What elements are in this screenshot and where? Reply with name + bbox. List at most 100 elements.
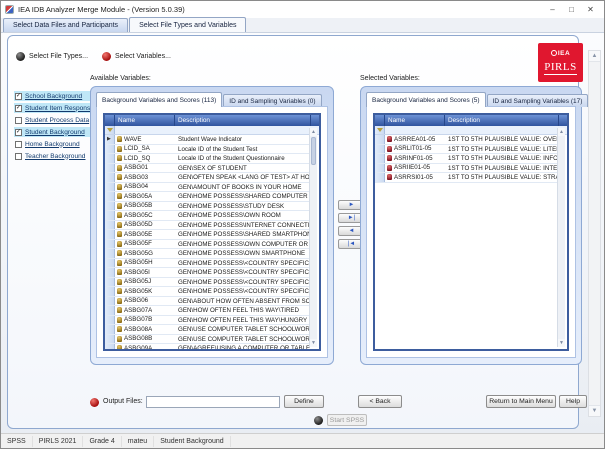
- file-type-checkbox[interactable]: [15, 117, 22, 124]
- table-row[interactable]: ASBG05K GEN\HOME POSSESS\<COUNTRY SPECIF…: [105, 287, 311, 297]
- table-row[interactable]: ASRLIT01-05 1ST TO 5TH PLAUSIBLE VALUE: …: [375, 145, 559, 155]
- scroll-thumb[interactable]: [311, 137, 316, 165]
- file-type-label[interactable]: Student Background: [25, 129, 85, 136]
- file-type-item[interactable]: ✓ School Background: [14, 91, 92, 101]
- row-selector[interactable]: [105, 344, 115, 349]
- scroll-down-icon[interactable]: ▼: [589, 405, 600, 416]
- scroll-down-icon[interactable]: ▼: [558, 339, 565, 347]
- row-selector[interactable]: [105, 183, 115, 192]
- name-filter-cell[interactable]: [385, 126, 445, 134]
- file-type-checkbox[interactable]: [15, 153, 22, 160]
- row-selector[interactable]: [105, 230, 115, 239]
- main-tab[interactable]: Select File Types and Variables: [129, 17, 246, 32]
- row-selector[interactable]: [105, 297, 115, 306]
- table-row[interactable]: ASRINF01-05 1ST TO 5TH PLAUSIBLE VALUE: …: [375, 154, 559, 164]
- row-selector[interactable]: [375, 154, 385, 163]
- minimize-button[interactable]: –: [543, 3, 562, 16]
- row-selector[interactable]: [105, 221, 115, 230]
- file-type-item[interactable]: Teacher Background: [14, 151, 92, 161]
- table-row[interactable]: ASBG05E GEN\HOME POSSESS\SHARED SMARTPHO…: [105, 230, 311, 240]
- row-selector[interactable]: [105, 211, 115, 220]
- available-grid-scrollbar[interactable]: ▲ ▼: [309, 128, 317, 347]
- table-row[interactable]: ASBG05B GEN\HOME POSSESS\STUDY DESK: [105, 202, 311, 212]
- file-type-label[interactable]: Student Item Responses: [25, 105, 97, 112]
- table-row[interactable]: ASBG06 GEN\ABOUT HOW OFTEN ABSENT FROM S…: [105, 297, 311, 307]
- name-filter-cell[interactable]: [115, 126, 175, 134]
- selected-grid-scrollbar[interactable]: ▲ ▼: [557, 128, 565, 347]
- table-row[interactable]: ASBG05H GEN\HOME POSSESS\<COUNTRY SPECIF…: [105, 259, 311, 269]
- file-type-checkbox[interactable]: ✓: [15, 129, 22, 136]
- row-selector[interactable]: [105, 306, 115, 315]
- row-selector[interactable]: [105, 259, 115, 268]
- scroll-up-icon[interactable]: ▲: [558, 128, 565, 136]
- row-selector[interactable]: [375, 164, 385, 173]
- row-selector[interactable]: [105, 202, 115, 211]
- table-row[interactable]: WAVE Student Wave Indicator: [105, 135, 311, 145]
- row-selector[interactable]: [105, 268, 115, 277]
- table-row[interactable]: ASBG05I GEN\HOME POSSESS\<COUNTRY SPECIF…: [105, 268, 311, 278]
- row-selector[interactable]: [105, 192, 115, 201]
- start-spss-button[interactable]: Start SPSS: [327, 414, 367, 426]
- name-column-header[interactable]: Name: [115, 115, 175, 126]
- row-selector[interactable]: [105, 278, 115, 287]
- row-selector[interactable]: [105, 316, 115, 325]
- row-selector[interactable]: [375, 173, 385, 182]
- variables-tab[interactable]: Background Variables and Scores (113): [96, 92, 222, 107]
- file-type-checkbox[interactable]: [15, 141, 22, 148]
- row-selector[interactable]: [105, 145, 115, 154]
- scroll-up-icon[interactable]: ▲: [589, 51, 600, 62]
- row-selector[interactable]: [375, 135, 385, 144]
- output-files-input[interactable]: [146, 396, 280, 408]
- table-row[interactable]: ASBG08B GEN\USE COMPUTER TABLET SCHOOLWO…: [105, 335, 311, 345]
- row-selector[interactable]: [105, 325, 115, 334]
- table-row[interactable]: ASBG04 GEN\AMOUNT OF BOOKS IN YOUR HOME: [105, 183, 311, 193]
- table-row[interactable]: ASBG05G GEN\HOME POSSESS\OWN SMARTPHONE: [105, 249, 311, 259]
- table-row[interactable]: ASRRSI01-05 1ST TO 5TH PLAUSIBLE VALUE: …: [375, 173, 559, 183]
- name-column-header[interactable]: Name: [385, 115, 445, 126]
- file-type-item[interactable]: Student Process Data: [14, 115, 92, 125]
- row-selector[interactable]: [105, 154, 115, 163]
- file-type-item[interactable]: ✓ Student Item Responses: [14, 103, 92, 113]
- table-row[interactable]: ASBG05C GEN\HOME POSSESS\OWN ROOM: [105, 211, 311, 221]
- close-button[interactable]: ✕: [581, 3, 600, 16]
- back-button[interactable]: < Back: [358, 395, 402, 408]
- row-selector[interactable]: [105, 164, 115, 173]
- table-row[interactable]: ASBG09A GEN\AGREE\USING A COMPUTER OR TA…: [105, 344, 311, 349]
- file-type-item[interactable]: ✓ Student Background: [14, 127, 92, 137]
- row-selector[interactable]: [105, 335, 115, 344]
- scroll-up-icon[interactable]: ▲: [310, 128, 317, 136]
- table-row[interactable]: ASRIIE01-05 1ST TO 5TH PLAUSIBLE VALUE: …: [375, 164, 559, 174]
- maximize-button[interactable]: □: [562, 3, 581, 16]
- return-to-main-menu-button[interactable]: Return to Main Menu: [486, 395, 556, 408]
- table-row[interactable]: LCID_SA Locale ID of the Student Test: [105, 145, 311, 155]
- row-selector[interactable]: [105, 287, 115, 296]
- select-variables-button[interactable]: Select Variables...: [102, 52, 171, 61]
- row-selector[interactable]: [105, 240, 115, 249]
- filter-row[interactable]: [375, 126, 567, 135]
- table-row[interactable]: ASRREA01-05 1ST TO 5TH PLAUSIBLE VALUE: …: [375, 135, 559, 145]
- row-selector[interactable]: [375, 145, 385, 154]
- table-row[interactable]: ASBG08A GEN\USE COMPUTER TABLET SCHOOLWO…: [105, 325, 311, 335]
- file-type-checkbox[interactable]: ✓: [15, 93, 22, 100]
- variables-tab[interactable]: Background Variables and Scores (5): [366, 92, 486, 107]
- select-file-types-button[interactable]: Select File Types...: [16, 52, 88, 61]
- help-button[interactable]: Help: [559, 395, 587, 408]
- description-column-header[interactable]: Description: [445, 115, 559, 126]
- table-row[interactable]: ASBG05F GEN\HOME POSSESS\OWN COMPUTER OR…: [105, 240, 311, 250]
- description-filter-cell[interactable]: [175, 126, 311, 134]
- description-column-header[interactable]: Description: [175, 115, 311, 126]
- row-selector[interactable]: [105, 173, 115, 182]
- row-selector[interactable]: [105, 135, 115, 144]
- table-row[interactable]: LCID_SQ Locale ID of the Student Questio…: [105, 154, 311, 164]
- file-type-label[interactable]: School Background: [25, 93, 82, 100]
- file-type-label[interactable]: Teacher Background: [25, 153, 85, 160]
- filter-row[interactable]: [105, 126, 319, 135]
- row-selector[interactable]: [105, 249, 115, 258]
- file-type-label[interactable]: Student Process Data: [25, 117, 89, 124]
- table-row[interactable]: ASBG07B GEN\HOW OFTEN FEEL THIS WAY\HUNG…: [105, 316, 311, 326]
- define-button[interactable]: Define: [284, 395, 324, 408]
- table-row[interactable]: ASBG01 GEN\SEX OF STUDENT: [105, 164, 311, 174]
- scroll-down-icon[interactable]: ▼: [310, 339, 317, 347]
- table-row[interactable]: ASBG05A GEN\HOME POSSESS\SHARED COMPUTER…: [105, 192, 311, 202]
- file-type-label[interactable]: Home Background: [25, 141, 80, 148]
